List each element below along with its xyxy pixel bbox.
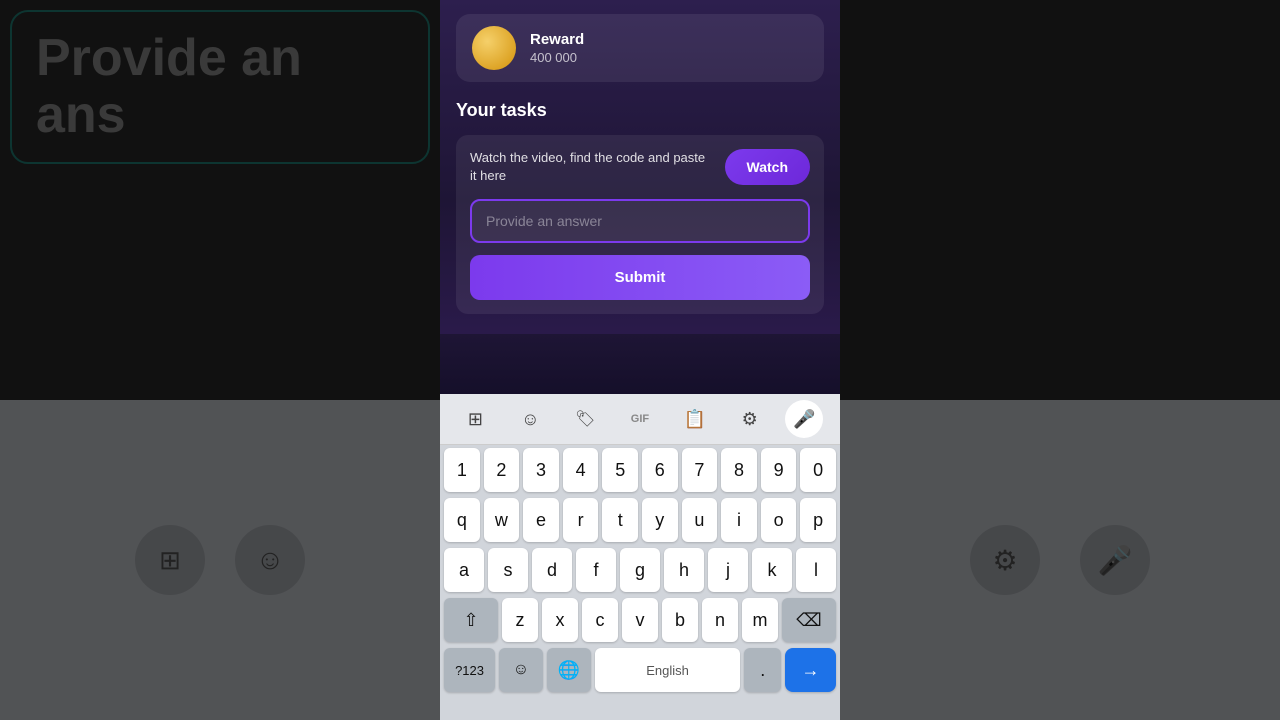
keyboard-sticker-btn[interactable]: 🏷 [566, 400, 604, 438]
key-i[interactable]: i [721, 498, 757, 542]
key-z[interactable]: z [502, 598, 538, 642]
gif-label: GIF [631, 413, 649, 425]
bg-grid-icon: ⊞ [135, 525, 205, 595]
backspace-icon: ⌫ [796, 610, 821, 631]
key-s[interactable]: s [488, 548, 528, 592]
keyboard-gif-btn[interactable]: GIF [621, 400, 659, 438]
submit-button[interactable]: Submit [470, 255, 810, 300]
key-r[interactable]: r [563, 498, 599, 542]
keyboard-toolbar: ⊞ ☺ 🏷 GIF 📋 ⚙ 🎤 [440, 394, 840, 445]
key-2[interactable]: 2 [484, 448, 520, 492]
bg-left-icons: ⊞ ☺ [135, 525, 305, 595]
number-row: 1 2 3 4 5 6 7 8 9 0 [440, 445, 840, 495]
enter-key[interactable]: → [785, 648, 836, 692]
key-7[interactable]: 7 [682, 448, 718, 492]
task-card: Watch the video, find the code and paste… [456, 135, 824, 314]
period-key[interactable]: . [744, 648, 780, 692]
task-row: Watch the video, find the code and paste… [470, 149, 810, 185]
key-d[interactable]: d [532, 548, 572, 592]
reward-label: Reward [530, 31, 584, 48]
asdf-row: a s d f g h j k l [440, 545, 840, 595]
bg-keyboard-left: ⊞ ☺ [0, 400, 440, 720]
space-key[interactable]: English [595, 648, 741, 692]
reward-card: Reward 400 000 [456, 14, 824, 82]
qwerty-row: q w e r t y u i o p [440, 495, 840, 545]
center-panel: Reward 400 000 Your tasks Watch the vide… [440, 0, 840, 720]
bg-left-icons-row1: ⊞ ☺ [135, 525, 305, 595]
task-description: Watch the video, find the code and paste… [470, 149, 713, 185]
keyboard-mic-btn[interactable]: 🎤 [785, 400, 823, 438]
key-e[interactable]: e [523, 498, 559, 542]
purple-footer [440, 334, 840, 394]
answer-input[interactable] [470, 199, 810, 243]
key-3[interactable]: 3 [523, 448, 559, 492]
shift-key[interactable]: ⇧ [444, 598, 498, 642]
reward-coin-icon [472, 26, 516, 70]
globe-icon: 🌐 [558, 660, 580, 681]
num-sym-key[interactable]: ?123 [444, 648, 495, 692]
key-o[interactable]: o [761, 498, 797, 542]
background-left-text: Provide an ans [36, 30, 404, 144]
key-v[interactable]: v [622, 598, 658, 642]
emoji-key[interactable]: ☺ [499, 648, 543, 692]
key-9[interactable]: 9 [761, 448, 797, 492]
background-left-card: Provide an ans [10, 10, 430, 164]
top-section: Reward 400 000 Your tasks Watch the vide… [440, 0, 840, 334]
emoji-key-icon: ☺ [513, 661, 529, 679]
key-t[interactable]: t [602, 498, 638, 542]
keyboard-section: ⊞ ☺ 🏷 GIF 📋 ⚙ 🎤 1 2 3 [440, 394, 840, 720]
key-u[interactable]: u [682, 498, 718, 542]
key-l[interactable]: l [796, 548, 836, 592]
settings-icon: ⚙ [742, 409, 758, 430]
keyboard-grid-btn[interactable]: ⊞ [456, 400, 494, 438]
key-y[interactable]: y [642, 498, 678, 542]
bg-keyboard-right: ⚙ 🎤 [840, 400, 1280, 720]
enter-icon: → [801, 660, 819, 681]
globe-key[interactable]: 🌐 [547, 648, 591, 692]
grid-icon: ⊞ [468, 409, 483, 430]
keyboard-settings-btn[interactable]: ⚙ [731, 400, 769, 438]
key-6[interactable]: 6 [642, 448, 678, 492]
bg-right-icons: ⚙ 🎤 [970, 525, 1150, 595]
emoji-icon: ☺ [521, 409, 539, 430]
zxcv-row: ⇧ z x c v b n m ⌫ [440, 595, 840, 645]
key-n[interactable]: n [702, 598, 738, 642]
bg-settings-icon: ⚙ [970, 525, 1040, 595]
key-h[interactable]: h [664, 548, 704, 592]
reward-info: Reward 400 000 [530, 31, 584, 65]
key-0[interactable]: 0 [800, 448, 836, 492]
key-b[interactable]: b [662, 598, 698, 642]
key-p[interactable]: p [800, 498, 836, 542]
backspace-key[interactable]: ⌫ [782, 598, 836, 642]
key-m[interactable]: m [742, 598, 778, 642]
bg-emoji-icon: ☺ [235, 525, 305, 595]
mic-icon: 🎤 [793, 409, 815, 430]
keyboard-emoji-btn[interactable]: ☺ [511, 400, 549, 438]
key-j[interactable]: j [708, 548, 748, 592]
key-c[interactable]: c [582, 598, 618, 642]
key-f[interactable]: f [576, 548, 616, 592]
key-a[interactable]: a [444, 548, 484, 592]
key-w[interactable]: w [484, 498, 520, 542]
reward-value: 400 000 [530, 50, 584, 65]
shift-icon: ⇧ [463, 610, 478, 631]
key-1[interactable]: 1 [444, 448, 480, 492]
keyboard-clipboard-btn[interactable]: 📋 [676, 400, 714, 438]
bottom-row: ?123 ☺ 🌐 English . → [440, 645, 840, 695]
tasks-heading: Your tasks [456, 100, 824, 121]
key-x[interactable]: x [542, 598, 578, 642]
key-5[interactable]: 5 [602, 448, 638, 492]
key-8[interactable]: 8 [721, 448, 757, 492]
key-k[interactable]: k [752, 548, 792, 592]
sticker-icon: 🏷 [575, 409, 595, 429]
clipboard-icon: 📋 [684, 409, 706, 430]
watch-button[interactable]: Watch [725, 149, 810, 185]
bg-mic-icon: 🎤 [1080, 525, 1150, 595]
key-q[interactable]: q [444, 498, 480, 542]
key-g[interactable]: g [620, 548, 660, 592]
key-4[interactable]: 4 [563, 448, 599, 492]
